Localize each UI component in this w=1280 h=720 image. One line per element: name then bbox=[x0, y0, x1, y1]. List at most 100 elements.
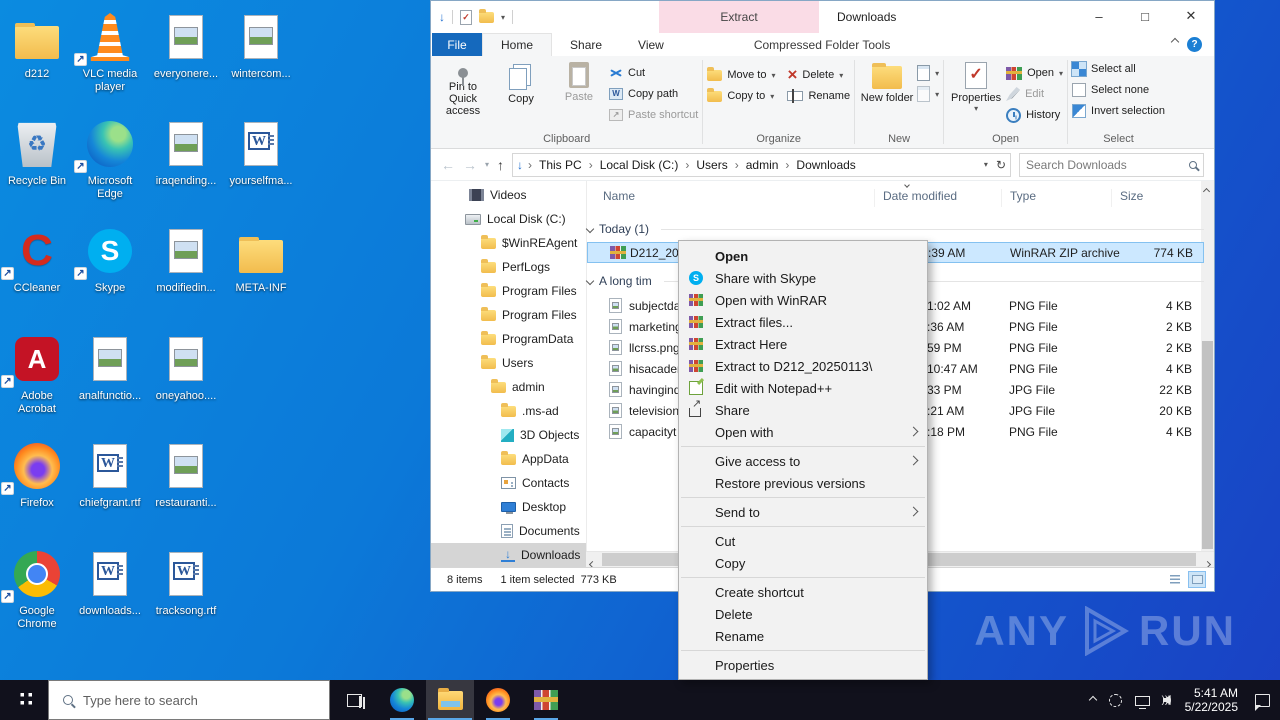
menu-item-give-access-to[interactable]: Give access to bbox=[679, 450, 927, 472]
delete-button[interactable]: × Delete ▾ bbox=[787, 66, 850, 84]
sidebar-item-admin[interactable]: admin bbox=[431, 375, 586, 399]
paste-shortcut-button[interactable]: ↗ Paste shortcut bbox=[609, 106, 698, 124]
copy-button[interactable]: Copy bbox=[493, 58, 549, 105]
menu-item-edit-with-notepad-[interactable]: Edit with Notepad++ bbox=[679, 377, 927, 399]
menu-item-extract-to-d212-20250113-[interactable]: Extract to D212_20250113\ bbox=[679, 355, 927, 377]
move-to-button[interactable]: Move to ▾ bbox=[707, 66, 775, 84]
desktop-icon[interactable]: Wtracksong.rtf bbox=[150, 545, 222, 618]
desktop-icon[interactable]: Wyourselfma... bbox=[225, 115, 297, 188]
history-button[interactable]: History bbox=[1006, 106, 1063, 124]
address-field[interactable]: ↓ › This PC › Local Disk (C:) › Users › … bbox=[512, 152, 1011, 177]
menu-item-open-with-winrar[interactable]: Open with WinRAR bbox=[679, 289, 927, 311]
sidebar-item-program-files[interactable]: Program Files bbox=[431, 303, 586, 327]
edit-button[interactable]: Edit bbox=[1006, 85, 1063, 103]
menu-item-share-with-skype[interactable]: S Share with Skype bbox=[679, 267, 927, 289]
desktop-icon[interactable]: everyonere... bbox=[150, 8, 222, 81]
task-view-button[interactable] bbox=[330, 680, 378, 720]
back-button[interactable]: ← bbox=[441, 157, 455, 173]
desktop-icon[interactable]: A ↗ Adobe Acrobat bbox=[1, 330, 73, 416]
menu-item-create-shortcut[interactable]: Create shortcut bbox=[679, 581, 927, 603]
breadcrumb-users[interactable]: Users bbox=[694, 158, 729, 172]
menu-item-restore-previous-versions[interactable]: Restore previous versions bbox=[679, 472, 927, 494]
sidebar-item--winreagent[interactable]: $WinREAgent bbox=[431, 231, 586, 255]
help-icon[interactable]: ? bbox=[1187, 37, 1202, 52]
tab-share[interactable]: Share bbox=[552, 33, 620, 56]
sidebar-item-3d-objects[interactable]: 3D Objects bbox=[431, 423, 586, 447]
new-folder-button[interactable]: New folder bbox=[859, 58, 915, 104]
taskbar-app-firefox[interactable] bbox=[474, 680, 522, 720]
hidden-icons-chevron-icon[interactable] bbox=[1088, 695, 1097, 705]
select-all-button[interactable]: Select all bbox=[1071, 60, 1165, 78]
cut-button[interactable]: Cut bbox=[609, 64, 698, 82]
maximize-button[interactable]: □ bbox=[1122, 1, 1168, 31]
copy-to-button[interactable]: Copy to ▾ bbox=[707, 87, 775, 105]
taskbar-app-edge[interactable] bbox=[378, 680, 426, 720]
desktop-icon[interactable]: restauranti... bbox=[150, 437, 222, 510]
desktop-icon[interactable]: C ↗ CCleaner bbox=[1, 222, 73, 295]
forward-button[interactable]: → bbox=[463, 157, 477, 173]
sidebar-item-local-disk-c-[interactable]: Local Disk (C:) bbox=[431, 207, 586, 231]
paste-button[interactable]: Paste bbox=[551, 58, 607, 103]
menu-item-open[interactable]: Open bbox=[679, 245, 927, 267]
desktop-icon[interactable]: ↗ Microsoft Edge bbox=[74, 115, 146, 201]
menu-item-properties[interactable]: Properties bbox=[679, 654, 927, 676]
tab-view[interactable]: View bbox=[620, 33, 682, 56]
sidebar-item-appdata[interactable]: AppData bbox=[431, 447, 586, 471]
desktop-icon[interactable]: iraqending... bbox=[150, 115, 222, 188]
menu-item-extract-here[interactable]: Extract Here bbox=[679, 333, 927, 355]
rename-button[interactable]: Rename bbox=[787, 87, 850, 105]
desktop-icon[interactable]: META-INF bbox=[225, 222, 297, 295]
breadcrumb-local-disk[interactable]: Local Disk (C:) bbox=[598, 158, 681, 172]
menu-item-share[interactable]: Share bbox=[679, 397, 927, 421]
search-input[interactable]: Search Downloads bbox=[1019, 152, 1204, 177]
desktop-icon[interactable]: oneyahoo.... bbox=[150, 330, 222, 403]
tab-file[interactable]: File bbox=[432, 33, 482, 56]
address-dropdown-caret-icon[interactable]: ▾ bbox=[984, 160, 988, 169]
up-button[interactable]: ↑ bbox=[497, 157, 504, 173]
tab-compressed-folder-tools[interactable]: Compressed Folder Tools bbox=[740, 33, 905, 56]
select-none-button[interactable]: Select none bbox=[1072, 81, 1165, 99]
menu-item-cut[interactable]: Cut bbox=[679, 530, 927, 552]
sidebar-item-videos[interactable]: Videos bbox=[431, 183, 586, 207]
new-item-button[interactable]: ▾ bbox=[917, 64, 939, 82]
sidebar-item--ms-ad[interactable]: .ms-ad bbox=[431, 399, 586, 423]
search-icon[interactable] bbox=[1189, 160, 1197, 169]
desktop-icon[interactable]: Wchiefgrant.rtf bbox=[74, 437, 146, 510]
volume-icon[interactable]: ))) bbox=[1162, 695, 1172, 706]
minimize-button[interactable]: – bbox=[1076, 1, 1122, 31]
desktop-icon[interactable]: ♻ Recycle Bin bbox=[1, 115, 73, 188]
desktop-icon[interactable]: modifiedin... bbox=[150, 222, 222, 295]
sidebar-item-program-files[interactable]: Program Files bbox=[431, 279, 586, 303]
desktop-icon[interactable]: analfunctio... bbox=[74, 330, 146, 403]
details-view-button[interactable] bbox=[1166, 571, 1184, 588]
taskbar-search-input[interactable]: Type here to search bbox=[48, 680, 330, 720]
column-date-modified[interactable]: Date modified bbox=[874, 182, 957, 207]
taskbar-app-explorer[interactable] bbox=[426, 680, 474, 720]
network-icon[interactable] bbox=[1134, 696, 1150, 709]
easy-access-button[interactable]: ▾ bbox=[917, 85, 939, 103]
breadcrumb-admin[interactable]: admin bbox=[744, 158, 781, 172]
desktop-icon[interactable]: Wdownloads... bbox=[74, 545, 146, 618]
sidebar-item-contacts[interactable]: Contacts bbox=[431, 471, 586, 495]
properties-button[interactable]: ✓ Properties ▾ bbox=[948, 58, 1004, 113]
breadcrumb-this-pc[interactable]: This PC bbox=[537, 158, 584, 172]
desktop-icon[interactable]: wintercom... bbox=[225, 8, 297, 81]
sidebar-item-users[interactable]: Users bbox=[431, 351, 586, 375]
action-center-icon[interactable] bbox=[1255, 693, 1270, 711]
column-type[interactable]: Type bbox=[1001, 189, 1036, 207]
menu-item-extract-files-[interactable]: Extract files... bbox=[679, 311, 927, 333]
taskbar-app-winrar[interactable] bbox=[522, 680, 570, 720]
column-name[interactable]: Name bbox=[595, 189, 635, 207]
start-button[interactable] bbox=[0, 680, 48, 720]
menu-item-send-to[interactable]: Send to bbox=[679, 501, 927, 523]
desktop-icon[interactable]: ↗ Firefox bbox=[1, 437, 73, 510]
invert-selection-button[interactable]: Invert selection bbox=[1072, 102, 1165, 120]
menu-item-delete[interactable]: Delete bbox=[679, 603, 927, 625]
sidebar-item-documents[interactable]: Documents bbox=[431, 519, 586, 543]
thumbnail-view-button[interactable] bbox=[1188, 571, 1206, 588]
desktop-icon[interactable]: ↗ Google Chrome bbox=[1, 545, 73, 631]
pin-to-quick-access-button[interactable]: Pin to Quick access bbox=[435, 58, 491, 117]
desktop-icon[interactable]: ↗ VLC media player bbox=[74, 8, 146, 94]
taskbar-clock[interactable]: 5:41 AM 5/22/2025 bbox=[1185, 686, 1238, 714]
column-size[interactable]: Size bbox=[1111, 189, 1167, 207]
